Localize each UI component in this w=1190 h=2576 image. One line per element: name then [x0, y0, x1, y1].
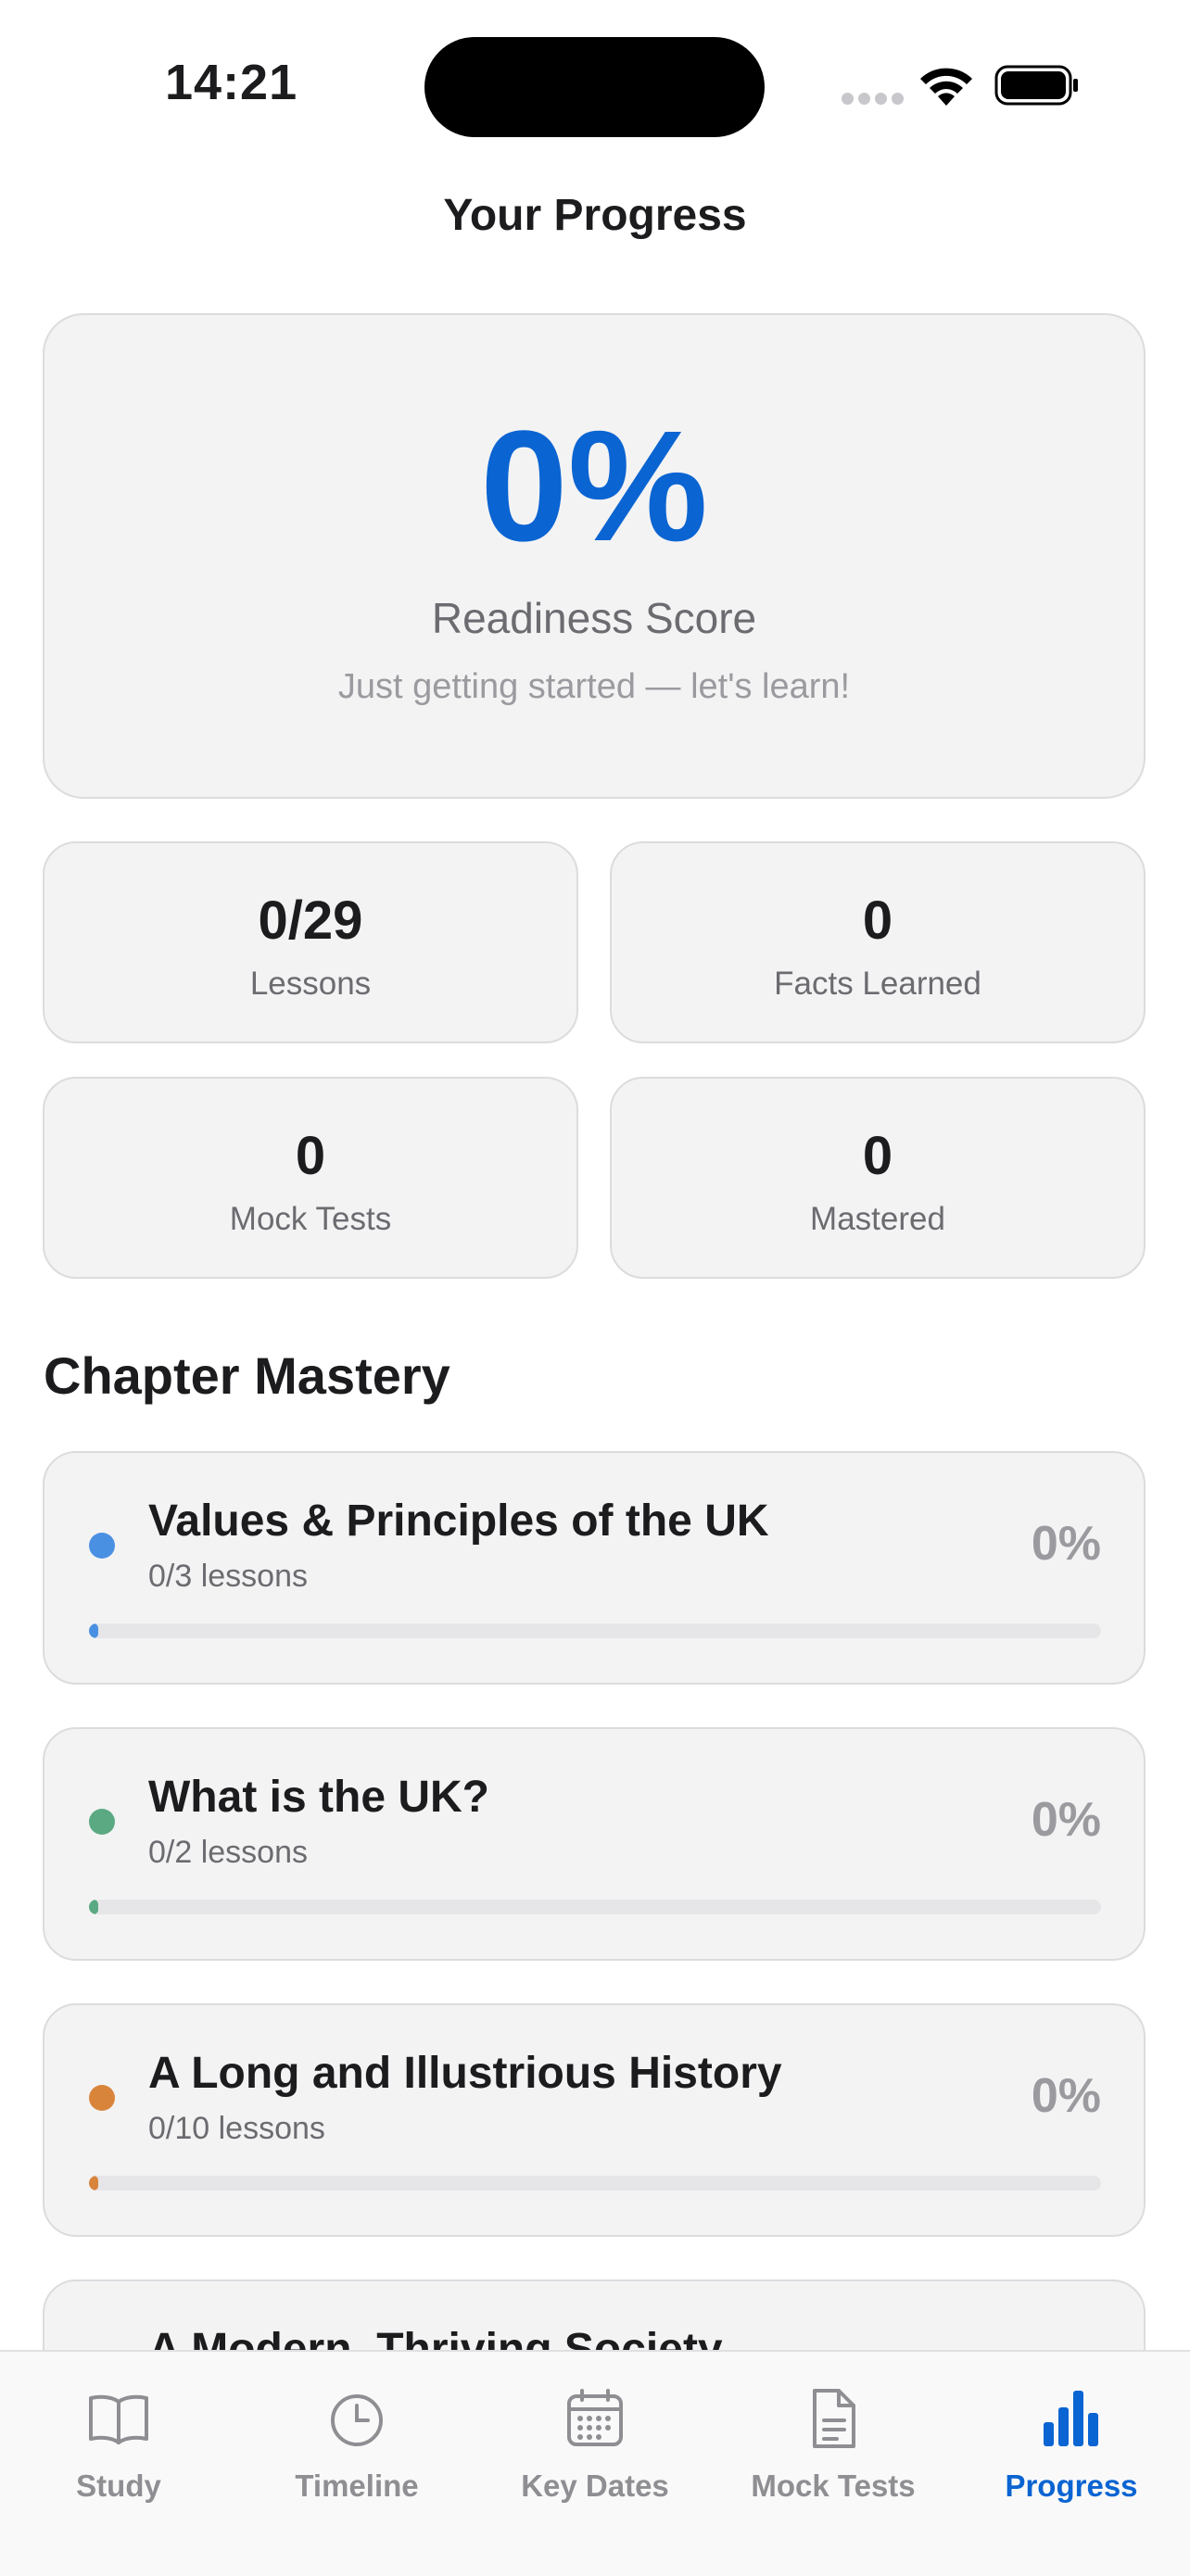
battery-icon	[994, 65, 1078, 106]
chapter-progress-fill	[89, 2176, 98, 2191]
tab-label: Study	[76, 2469, 161, 2503]
tab-mock-tests[interactable]: Mock Tests	[715, 2352, 952, 2576]
tab-progress[interactable]: Progress	[953, 2352, 1190, 2576]
stat-label: Facts Learned	[774, 966, 981, 1002]
chapter-percent: 0%	[1031, 2069, 1101, 2123]
page-title: Your Progress	[443, 191, 747, 240]
chapter-card[interactable]: What is the UK? 0/2 lessons 0%	[43, 1727, 1146, 1961]
tab-label: Key Dates	[521, 2469, 669, 2503]
chapter-progress-fill	[89, 1623, 98, 1638]
stat-facts-learned: 0 Facts Learned	[610, 841, 1146, 1043]
stat-value: 0	[295, 1126, 326, 1186]
stat-label: Mock Tests	[229, 1201, 392, 1237]
tab-key-dates[interactable]: Key Dates	[476, 2352, 714, 2576]
section-title-chapter-mastery: Chapter Mastery	[44, 1346, 450, 1405]
chapter-color-dot	[89, 1533, 115, 1559]
chapter-title: Values & Principles of the UK	[148, 1496, 769, 1546]
wifi-icon	[920, 68, 972, 106]
chapter-card[interactable]: Values & Principles of the UK 0/3 lesson…	[43, 1451, 1146, 1685]
book-icon	[89, 2394, 148, 2444]
dynamic-island	[424, 37, 765, 137]
chapter-title: A Long and Illustrious History	[148, 2049, 782, 2098]
readiness-score: 0%	[480, 398, 708, 575]
stat-label: Mastered	[810, 1201, 945, 1237]
chapter-lesson-count: 0/10 lessons	[148, 2111, 325, 2146]
stat-lessons: 0/29 Lessons	[43, 841, 578, 1043]
chapter-percent: 0%	[1031, 1793, 1101, 1847]
chapter-progress-bar	[89, 1900, 1101, 1914]
stat-value: 0	[862, 890, 893, 951]
chapter-progress-bar	[89, 2176, 1101, 2191]
tab-timeline[interactable]: Timeline	[238, 2352, 475, 2576]
stat-value: 0/29	[258, 890, 363, 951]
status-bar: 14:21	[0, 0, 1190, 139]
readiness-subtitle: Just getting started — let's learn!	[337, 667, 851, 706]
chapter-card[interactable]: A Long and Illustrious History 0/10 less…	[43, 2003, 1146, 2237]
document-icon	[813, 2389, 855, 2448]
tab-bar: Study Timeline Key Dates Mock Tests Prog…	[0, 2350, 1190, 2576]
stat-mastered: 0 Mastered	[610, 1077, 1146, 1279]
tab-label: Timeline	[295, 2469, 419, 2503]
tab-label: Progress	[1005, 2469, 1138, 2503]
stat-mock-tests: 0 Mock Tests	[43, 1077, 578, 1279]
chapter-color-dot	[89, 2085, 115, 2111]
clock-icon	[331, 2394, 383, 2446]
chapter-progress-bar	[89, 1623, 1101, 1638]
chapter-lesson-count: 0/2 lessons	[148, 1835, 308, 1870]
tab-study[interactable]: Study	[0, 2352, 237, 2576]
chapter-lesson-count: 0/3 lessons	[148, 1559, 308, 1594]
cellular-signal-icon	[842, 93, 908, 109]
chapter-progress-fill	[89, 1900, 98, 1914]
tab-label: Mock Tests	[751, 2469, 916, 2503]
chapter-color-dot	[89, 1809, 115, 1835]
chapter-percent: 0%	[1031, 1517, 1101, 1571]
stat-label: Lessons	[249, 966, 372, 1002]
calendar-icon	[567, 2389, 623, 2446]
bar-chart-icon	[1044, 2391, 1098, 2446]
status-time: 14:21	[165, 55, 298, 110]
readiness-label: Readiness Score	[431, 594, 757, 642]
readiness-card: 0% Readiness Score Just getting started …	[43, 313, 1146, 799]
stat-value: 0	[862, 1126, 893, 1186]
chapter-title: What is the UK?	[148, 1773, 489, 1822]
